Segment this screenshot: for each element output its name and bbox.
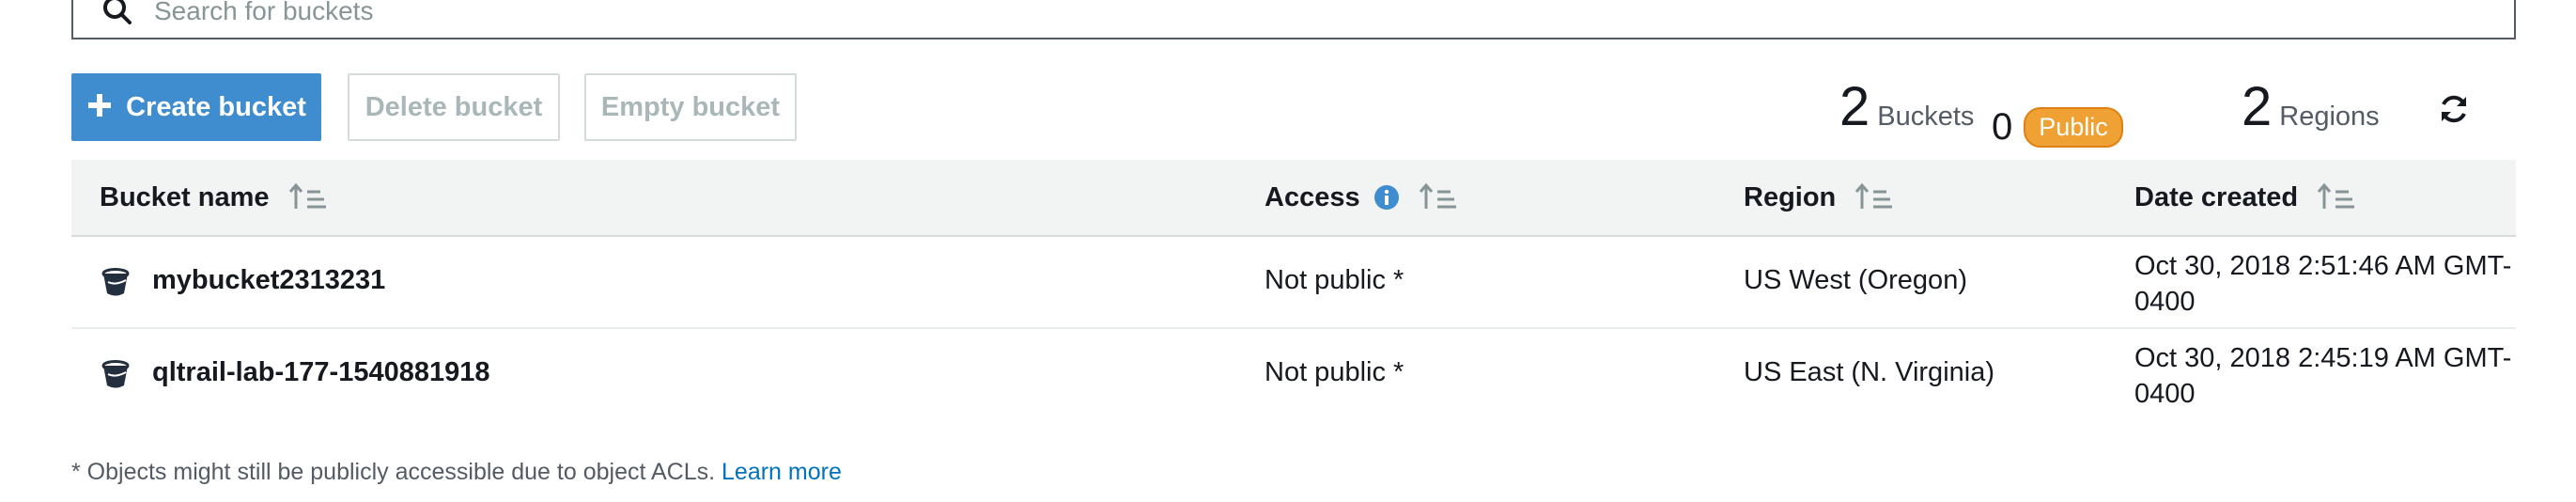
column-label: Bucket name — [100, 181, 270, 212]
sort-icon[interactable] — [1854, 180, 1894, 214]
create-bucket-label: Create bucket — [126, 91, 306, 122]
date-created-value: Oct 30, 2018 2:51:46 AM GMT- 0400 — [2134, 248, 2520, 320]
column-label: Region — [1744, 181, 1837, 212]
public-count: 0 — [1992, 105, 2013, 148]
column-header-date-created[interactable]: Date created — [2134, 180, 2356, 214]
learn-more-link[interactable]: Learn more — [722, 459, 842, 485]
bucket-count-stat: 2 Buckets — [1839, 75, 1974, 141]
column-header-region[interactable]: Region — [1744, 180, 1894, 214]
region-count: 2 — [2242, 76, 2273, 137]
region-value: US West (Oregon) — [1744, 265, 1967, 295]
region-count-stat: 2 Regions — [2242, 75, 2380, 141]
delete-bucket-button[interactable]: Delete bucket — [348, 73, 560, 141]
public-count-stat: 0 Public — [1992, 94, 2123, 160]
column-header-access[interactable]: Access — [1265, 180, 1458, 214]
search-icon — [103, 0, 132, 24]
bucket-count-label: Buckets — [1877, 102, 1975, 132]
access-value: Not public * — [1265, 265, 1404, 295]
search-box — [71, 0, 2516, 39]
column-label: Access — [1265, 181, 1360, 212]
region-value: US East (N. Virginia) — [1744, 357, 1994, 387]
date-created-value: Oct 30, 2018 2:45:19 AM GMT- 0400 — [2134, 340, 2520, 412]
create-bucket-button[interactable]: Create bucket — [71, 73, 321, 141]
access-value: Not public * — [1265, 357, 1404, 387]
table-row[interactable]: qltrail-lab-177-1540881918 Not public * … — [71, 329, 2516, 421]
refresh-icon[interactable] — [2437, 92, 2471, 126]
column-label: Date created — [2134, 181, 2299, 212]
date-line: Oct 30, 2018 2:51:46 AM GMT- — [2134, 251, 2512, 281]
plus-icon — [88, 94, 112, 117]
sort-icon[interactable] — [1419, 180, 1458, 214]
bucket-count: 2 — [1839, 76, 1870, 137]
empty-bucket-button[interactable]: Empty bucket — [584, 73, 797, 141]
public-badge: Public — [2024, 106, 2123, 148]
sort-icon[interactable] — [2317, 180, 2356, 214]
bucket-icon — [101, 360, 130, 388]
bucket-icon — [101, 268, 130, 296]
date-line: Oct 30, 2018 2:45:19 AM GMT- — [2134, 343, 2512, 373]
region-count-label: Regions — [2279, 102, 2380, 132]
table-header: Bucket name Access Region Date created — [71, 160, 2516, 237]
footnote-text: * Objects might still be publicly access… — [71, 459, 722, 485]
info-icon[interactable] — [1373, 184, 1400, 211]
footnote: * Objects might still be publicly access… — [71, 459, 842, 486]
sort-icon[interactable] — [288, 180, 328, 214]
bucket-name-link[interactable]: mybucket2313231 — [152, 265, 385, 296]
table-row[interactable]: mybucket2313231 Not public * US West (Or… — [71, 237, 2516, 329]
date-line: 0400 — [2134, 379, 2196, 409]
search-input[interactable] — [152, 0, 1092, 30]
bucket-name-link[interactable]: qltrail-lab-177-1540881918 — [152, 357, 490, 388]
delete-bucket-label: Delete bucket — [365, 91, 543, 122]
column-header-bucket-name[interactable]: Bucket name — [100, 180, 328, 214]
empty-bucket-label: Empty bucket — [600, 91, 781, 122]
date-line: 0400 — [2134, 287, 2196, 317]
